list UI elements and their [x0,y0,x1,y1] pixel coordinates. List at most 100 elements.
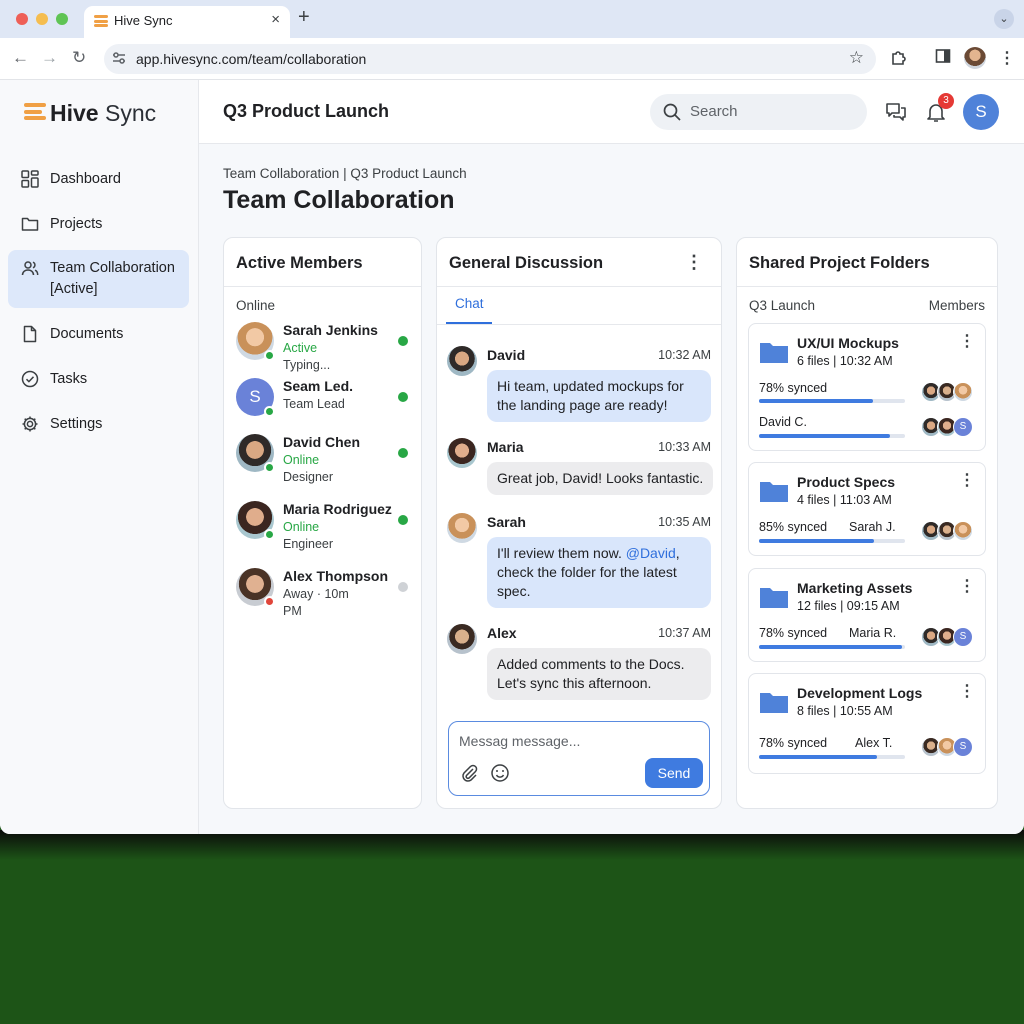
sync-status: 78% synced [759,626,828,640]
sidebar-item-projects[interactable]: Projects [8,206,189,242]
avatar [447,513,477,543]
paperclip-icon[interactable] [458,762,480,784]
folder-development-logs[interactable]: Development Logs 8 files | 10:55 AM ⋮ 78… [748,673,986,774]
status-indicator [264,462,275,473]
chat-message: Maria 10:33 AM Great job, David! Looks f… [447,438,714,500]
browser-tab[interactable]: Hive Sync × [84,6,290,38]
sidebar-item-label: Documents [50,326,124,342]
bookmark-star-icon[interactable]: ☆ [849,48,864,68]
avatar: S [953,627,973,647]
folder-icon [760,343,788,363]
divider [437,324,721,325]
panel-title: Active Members [236,254,363,272]
folder-meta: 8 files | 10:55 AM [797,704,893,718]
message-time: 10:35 AM [658,515,711,529]
member-group-label: Online [236,298,276,313]
more-options-icon[interactable]: ⋮ [685,252,703,273]
member-status: Online [283,520,320,534]
back-arrow-icon[interactable]: ← [12,48,29,68]
sync-status: 78% synced [759,381,828,395]
member-alex-thompson[interactable]: Alex Thompson Away · 10m PM [236,568,408,624]
more-options-icon[interactable]: ⋮ [959,334,975,350]
status-indicator [264,529,275,540]
sidebar-item-dashboard[interactable]: Dashboard [8,161,189,197]
search-placeholder: Search [690,103,738,120]
more-options-icon[interactable]: ⋮ [959,473,975,489]
folder-name: Marketing Assets [797,580,913,596]
member-status: Active [283,341,318,355]
presence-dot [398,582,408,592]
user-avatar[interactable]: S [963,94,999,130]
sidebar-item-tasks[interactable]: Tasks [8,361,189,397]
new-tab-button[interactable]: + [298,6,310,29]
avatar [447,346,477,376]
forward-arrow-icon[interactable]: → [41,48,58,68]
maximize-window-button[interactable] [56,13,68,25]
emoji-icon[interactable] [489,762,511,784]
send-button[interactable]: Send [645,758,703,788]
profile-avatar[interactable] [964,47,986,69]
tab-chat[interactable]: Chat [455,296,484,311]
more-options-icon[interactable]: ⋮ [959,684,975,700]
close-window-button[interactable] [16,13,28,25]
message-author: Alex [487,625,517,641]
folder-icon [760,588,788,608]
tab-search-chevron-icon[interactable]: ⌄ [994,9,1014,29]
sidebar: Hive Sync Dashboard Projects Team Collab… [0,80,199,834]
member-name: Sarah Jenkins [283,322,378,338]
search-icon [663,103,681,121]
status-indicator [264,406,275,417]
member-avatar-stack [921,521,975,541]
folder-name: UX/UI Mockups [797,335,899,351]
sync-progress-bar [759,645,905,649]
presence-dot [398,515,408,525]
member-seam-led[interactable]: S Seam Led. Team Lead [236,378,408,422]
sidebar-item-label: Tasks [50,371,88,387]
breadcrumb: Team Collaboration | Q3 Product Launch [223,166,467,181]
folder-marketing-assets[interactable]: Marketing Assets 12 files | 09:15 AM ⋮ 7… [748,568,986,662]
general-discussion-panel: General Discussion ⋮ Chat David 10:32 AM… [436,237,722,809]
member-sarah-jenkins[interactable]: Sarah Jenkins Active Typing... [236,322,408,372]
status-indicator [264,350,275,361]
site-settings-icon[interactable] [112,51,126,65]
members-column-label: Members [928,298,985,313]
extensions-puzzle-icon[interactable] [890,48,908,66]
member-david-chen[interactable]: David Chen Online Designer [236,434,408,488]
side-panel-icon[interactable] [935,48,951,64]
chat-message: Sarah 10:35 AM I'll review them now. @Da… [447,513,711,613]
address-bar[interactable]: app.hivesync.com/team/collaboration ☆ [104,44,876,74]
browser-menu-icon[interactable]: ⋮ [999,48,1015,68]
avatar [447,624,477,654]
close-tab-icon[interactable]: × [271,11,280,28]
synced-by: Sarah J. [849,520,896,534]
minimize-window-button[interactable] [36,13,48,25]
sidebar-item-documents[interactable]: Documents [8,316,189,352]
folder-icon [21,217,39,231]
hive-sync-favicon-icon [94,15,108,27]
sidebar-item-settings[interactable]: Settings [8,406,189,442]
message-input[interactable] [459,730,697,752]
folder-ux-ui-mockups[interactable]: UX/UI Mockups 6 files | 10:32 AM ⋮ 78% s… [748,323,986,451]
folder-name: Product Specs [797,474,896,490]
message-bubble: Added comments to the Docs. Let's sync t… [487,648,711,700]
member-role: Team Lead [283,397,345,411]
member-maria-rodriguez[interactable]: Maria Rodriguez Online Engineer [236,501,408,555]
grid-icon [21,170,39,188]
message-author: Sarah [487,514,526,530]
messages-icon[interactable] [884,100,908,124]
status-indicator [264,596,275,607]
browser-toolbar: ← → ↻ app.hivesync.com/team/collaboratio… [0,38,1024,80]
url-text: app.hivesync.com/team/collaboration [136,51,367,67]
progress-fill [759,645,903,649]
folder-product-specs[interactable]: Product Specs 4 files | 11:03 AM ⋮ 85% s… [748,462,986,556]
reload-icon[interactable]: ↻ [72,48,86,68]
search-bar[interactable]: Search [650,94,867,130]
folder-meta: 6 files | 10:32 AM [797,354,893,368]
message-bubble: Hi team, updated mockups for the landing… [487,370,711,422]
mention-link[interactable]: @David [626,545,676,561]
member-status: Online [283,453,320,467]
sync-progress-bar [759,434,905,438]
more-options-icon[interactable]: ⋮ [959,579,975,595]
avatar [447,438,477,468]
sidebar-item-team-collaboration[interactable]: Team Collaboration [Active] [8,250,189,308]
